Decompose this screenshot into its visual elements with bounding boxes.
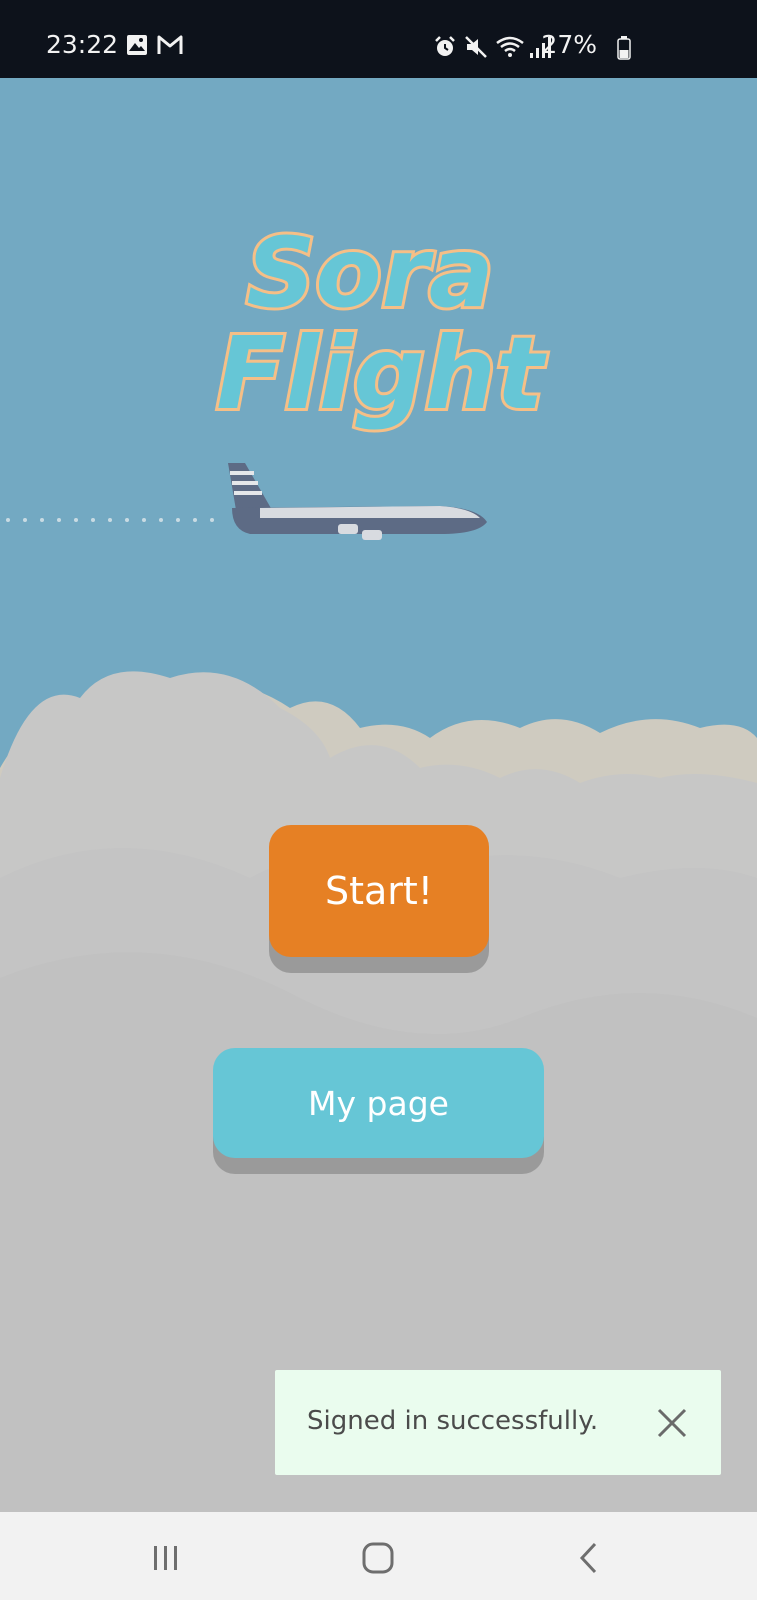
home-icon[interactable] [358, 1538, 398, 1578]
start-button[interactable]: Start! [269, 825, 489, 957]
alarm-icon [435, 36, 455, 56]
app-background: Sora Flight Start! My page [0, 78, 757, 1512]
logo-text-line2: Flight [216, 315, 547, 432]
scene-illustration: Sora Flight [0, 214, 757, 1512]
battery-icon [617, 36, 631, 60]
wifi-icon [496, 36, 524, 57]
back-icon[interactable] [570, 1538, 610, 1578]
battery-percent: 27% [541, 30, 597, 59]
airplane-illustration [228, 463, 487, 540]
gmail-icon [157, 35, 183, 54]
my-page-button-label: My page [308, 1083, 449, 1123]
toast-message: Signed in successfully. [307, 1406, 599, 1436]
close-icon[interactable] [655, 1406, 689, 1440]
gallery-icon [127, 35, 147, 55]
contrail [6, 518, 214, 522]
recents-icon[interactable] [146, 1538, 186, 1578]
system-navigation-bar [0, 1512, 757, 1600]
status-bar: 23:22 27% [0, 0, 757, 78]
app-logo: Sora Flight [213, 214, 550, 435]
start-button-label: Start! [324, 869, 434, 913]
toast-notification: Signed in successfully. [275, 1370, 721, 1475]
status-time: 23:22 [46, 30, 119, 59]
my-page-button[interactable]: My page [213, 1048, 544, 1158]
mute-icon [465, 36, 487, 58]
logo-text-line1: Sora [246, 217, 493, 329]
